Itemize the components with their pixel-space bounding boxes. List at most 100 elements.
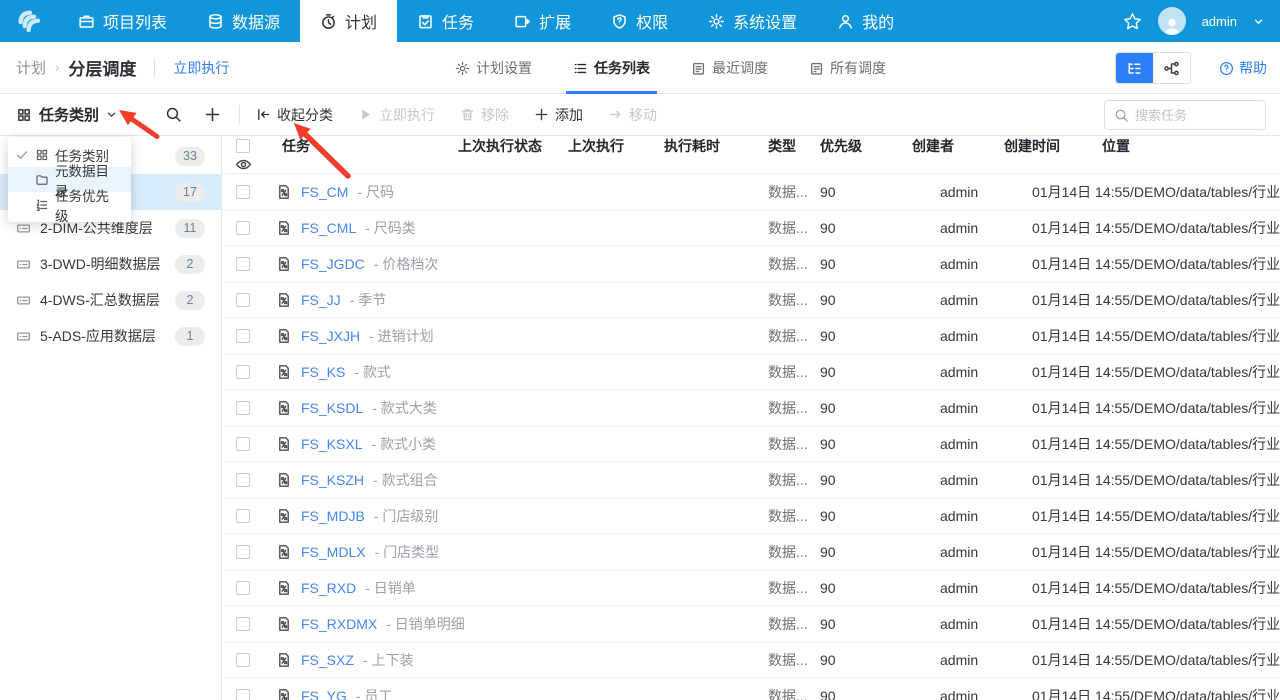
nav-item[interactable]: 数据源 xyxy=(187,0,300,42)
task-link[interactable]: FS_SXZ xyxy=(301,652,354,668)
search-icon xyxy=(1114,108,1129,123)
card-icon xyxy=(16,293,31,308)
nav-item[interactable]: 我的 xyxy=(817,0,914,42)
row-checkbox[interactable] xyxy=(236,689,250,700)
task-count-badge: 11 xyxy=(175,219,205,238)
row-checkbox[interactable] xyxy=(236,509,250,523)
table-row: FS_KSXL - 款式小类数据...90admin01月14日 14:55/D… xyxy=(222,426,1280,462)
task-link[interactable]: FS_RXD xyxy=(301,580,356,596)
task-link[interactable]: FS_MDJB xyxy=(301,508,365,524)
select-all-checkbox[interactable] xyxy=(236,139,250,153)
chevron-down-icon[interactable] xyxy=(1253,16,1264,27)
tab[interactable]: 最近调度 xyxy=(691,42,768,94)
doc-percent-icon xyxy=(276,688,292,700)
grid-icon xyxy=(16,107,32,123)
subheader-right: 帮助 xyxy=(1115,42,1267,94)
tab[interactable]: 计划设置 xyxy=(455,42,532,94)
nav-item[interactable]: 任务 xyxy=(397,0,494,42)
row-checkbox[interactable] xyxy=(236,437,250,451)
sidebar-category-item[interactable]: 3-DWD-明细数据层2 xyxy=(0,246,221,282)
task-link[interactable]: FS_JXJH xyxy=(301,328,360,344)
breadcrumb-separator: › xyxy=(55,60,59,75)
doc-percent-icon xyxy=(276,652,292,668)
table-header: 任务上次执行状态上次执行执行耗时类型优先级创建者创建时间位置 xyxy=(222,136,1280,174)
user-name[interactable]: admin xyxy=(1202,14,1237,29)
table-row: FS_KSZH - 款式组合数据...90admin01月14日 14:55/D… xyxy=(222,462,1280,498)
task-location: /DEMO/data/tables/行业/... xyxy=(1094,434,1280,454)
task-link[interactable]: FS_KSXL xyxy=(301,436,362,452)
recent-schedule-icon xyxy=(691,61,706,76)
task-name: - 季节 xyxy=(350,290,387,310)
task-cell: FS_KSXL - 款式小类 xyxy=(264,434,458,454)
task-search-input[interactable] xyxy=(1135,108,1245,123)
row-checkbox[interactable] xyxy=(236,545,250,559)
row-checkbox[interactable] xyxy=(236,617,250,631)
add-category-icon[interactable] xyxy=(204,106,221,123)
dropdown-item[interactable]: 任务优先级 xyxy=(8,192,131,217)
sidebar-category-item[interactable]: 5-ADS-应用数据层1 xyxy=(0,318,221,354)
category-selector[interactable]: 任务类别 xyxy=(16,104,117,125)
toolbar-button-label: 添加 xyxy=(555,105,583,125)
toolbar-button-label: 移动 xyxy=(629,105,657,125)
page: 项目列表数据源计划任务扩展权限系统设置我的 admin 计划 › 分层调度 xyxy=(0,0,1280,700)
eye-icon[interactable] xyxy=(235,156,252,173)
category-dropdown-menu: 任务类别元数据目录任务优先级 xyxy=(8,137,131,222)
task-search-box xyxy=(1104,100,1266,130)
task-link[interactable]: FS_CML xyxy=(301,220,356,236)
task-creator: admin xyxy=(904,328,996,344)
toolbar-button[interactable]: 收起分类 xyxy=(256,105,333,125)
search-icon[interactable] xyxy=(165,106,182,123)
row-checkbox[interactable] xyxy=(236,185,250,199)
task-name: - 员工 xyxy=(356,686,393,700)
row-checkbox[interactable] xyxy=(236,473,250,487)
row-checkbox[interactable] xyxy=(236,293,250,307)
toolbar-button[interactable]: 添加 xyxy=(534,105,583,125)
row-checkbox[interactable] xyxy=(236,329,250,343)
task-cell: FS_YG - 员工 xyxy=(264,686,458,700)
run-now-link[interactable]: 立即执行 xyxy=(173,58,229,78)
row-checkbox[interactable] xyxy=(236,257,250,271)
row-checkbox[interactable] xyxy=(236,581,250,595)
nav-item[interactable]: 计划 xyxy=(300,0,397,42)
tab[interactable]: 所有调度 xyxy=(809,42,886,94)
nav-item-label: 项目列表 xyxy=(103,9,167,33)
app-logo[interactable] xyxy=(0,0,58,42)
avatar[interactable] xyxy=(1158,7,1186,35)
top-bar: 项目列表数据源计划任务扩展权限系统设置我的 admin xyxy=(0,0,1280,42)
sidebar-category-item[interactable]: 4-DWS-汇总数据层2 xyxy=(0,282,221,318)
nav-item[interactable]: 权限 xyxy=(591,0,688,42)
task-link[interactable]: FS_RXDMX xyxy=(301,616,377,632)
brand-logo-icon xyxy=(12,4,46,38)
help-button[interactable]: 帮助 xyxy=(1219,58,1267,78)
task-link[interactable]: FS_KS xyxy=(301,364,345,380)
task-link[interactable]: FS_JJ xyxy=(301,292,341,308)
view-mode-button[interactable] xyxy=(1153,53,1190,83)
task-creator: admin xyxy=(904,436,996,452)
user-avatar-icon xyxy=(1162,15,1182,35)
row-checkbox[interactable] xyxy=(236,221,250,235)
nav-item[interactable]: 扩展 xyxy=(494,0,591,42)
doc-percent-icon xyxy=(276,436,292,452)
row-checkbox[interactable] xyxy=(236,653,250,667)
star-icon[interactable] xyxy=(1123,12,1142,31)
row-checkbox[interactable] xyxy=(236,365,250,379)
task-link[interactable]: FS_MDLX xyxy=(301,544,366,560)
nav-item[interactable]: 项目列表 xyxy=(58,0,187,42)
task-count-badge: 17 xyxy=(175,183,205,202)
help-circle-icon xyxy=(1219,61,1234,76)
task-created-time: 01月14日 14:55 xyxy=(996,506,1094,526)
table-row: FS_KSDL - 款式大类数据...90admin01月14日 14:55/D… xyxy=(222,390,1280,426)
task-link[interactable]: FS_CM xyxy=(301,184,348,200)
row-checkbox[interactable] xyxy=(236,401,250,415)
view-mode-button[interactable] xyxy=(1116,53,1153,83)
tab[interactable]: 任务列表 xyxy=(573,42,650,94)
task-priority: 90 xyxy=(820,688,904,700)
task-link[interactable]: FS_KSZH xyxy=(301,472,364,488)
nav-item[interactable]: 系统设置 xyxy=(688,0,817,42)
dropdown-item-label: 任务优先级 xyxy=(55,185,121,225)
task-link[interactable]: FS_JGDC xyxy=(301,256,365,272)
task-link[interactable]: FS_KSDL xyxy=(301,400,363,416)
chevron-down-icon xyxy=(106,109,117,120)
breadcrumb-section[interactable]: 计划 xyxy=(16,57,46,78)
task-link[interactable]: FS_YG xyxy=(301,688,347,700)
